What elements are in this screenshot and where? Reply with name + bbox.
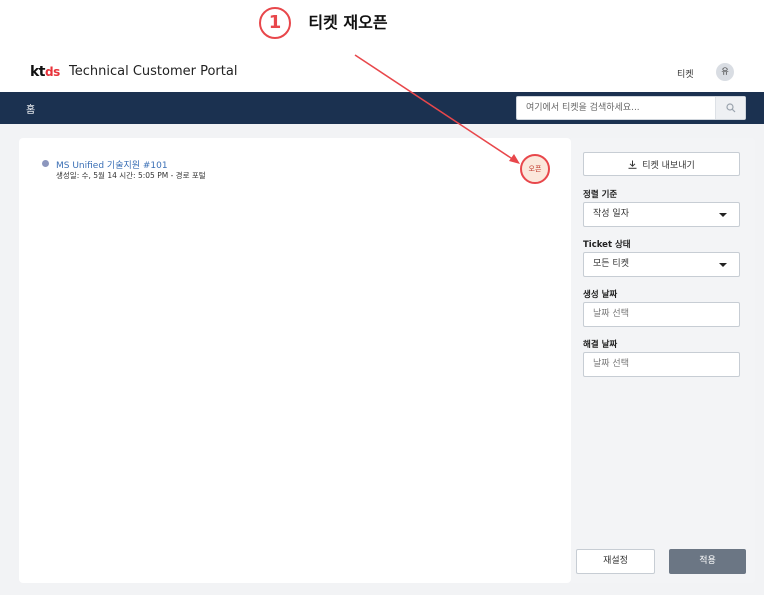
resolved-date-input[interactable]: 날짜 선택: [583, 352, 740, 377]
home-link[interactable]: 홈: [26, 101, 35, 116]
search-icon: [725, 103, 735, 113]
apply-button[interactable]: 적용: [669, 549, 746, 574]
ticket-open-badge[interactable]: 오픈: [520, 154, 550, 184]
chevron-down-icon: [719, 213, 727, 217]
ticket-meta: 생성일: 수, 5월 14 시간: 5:05 PM - 경로 포털: [56, 171, 206, 180]
status-value: 모든 티켓: [593, 259, 629, 269]
annotation-number-circle: 1: [259, 7, 291, 39]
status-label: Ticket 상태: [583, 240, 631, 250]
main-navbar: 홈: [0, 92, 764, 124]
ticket-list-item[interactable]: MS Unified 기술지원 #101 생성일: 수, 5월 14 시간: 5…: [42, 158, 562, 186]
logo-kt-text: kt: [30, 64, 46, 80]
download-icon: [628, 160, 637, 169]
ticket-list-panel: [19, 138, 571, 583]
sort-label: 정렬 기준: [583, 190, 618, 200]
resolved-date-label: 해결 날짜: [583, 340, 618, 350]
ticket-status-dot: [42, 160, 49, 167]
export-label: 티켓 내보내기: [642, 160, 695, 171]
top-nav-ticket-link[interactable]: 티켓: [677, 67, 694, 80]
search-box: [516, 96, 746, 120]
created-date-label: 생성 날짜: [583, 290, 618, 300]
annotation-label: 티켓 재오픈: [308, 13, 388, 32]
reset-button[interactable]: 재설정: [576, 549, 655, 574]
sort-value: 작성 일자: [593, 209, 629, 219]
created-date-input[interactable]: 날짜 선택: [583, 302, 740, 327]
search-button[interactable]: [715, 97, 745, 119]
user-avatar[interactable]: 유: [716, 63, 734, 81]
sort-select[interactable]: 작성 일자: [583, 202, 740, 227]
status-select[interactable]: 모든 티켓: [583, 252, 740, 277]
kt-ds-logo[interactable]: ktds: [30, 64, 60, 80]
top-header: ktds Technical Customer Portal 티켓 유: [0, 56, 764, 92]
export-tickets-button[interactable]: 티켓 내보내기: [583, 152, 740, 176]
chevron-down-icon: [719, 263, 727, 267]
logo-ds-text: ds: [45, 65, 60, 79]
search-input[interactable]: [517, 97, 716, 119]
portal-title: Technical Customer Portal: [69, 64, 238, 79]
